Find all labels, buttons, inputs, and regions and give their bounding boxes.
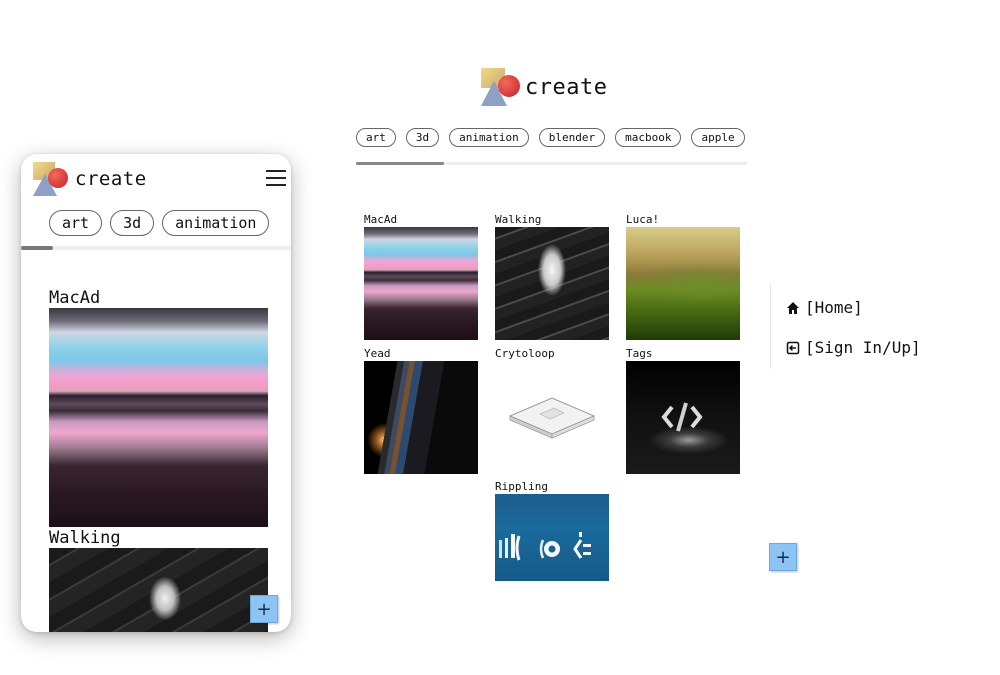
gallery-card[interactable]: Yead xyxy=(364,347,478,474)
post-title[interactable]: Walking xyxy=(49,528,121,548)
tag-chip[interactable]: blender xyxy=(538,128,606,147)
card-title: Tags xyxy=(626,347,653,360)
desktop-tag-list: art 3d animation blender macbook apple xyxy=(356,128,747,150)
sign-in-icon xyxy=(785,340,801,356)
gallery-card[interactable]: MacAd xyxy=(364,213,478,340)
desktop-logo[interactable]: create xyxy=(481,68,607,106)
card-image[interactable] xyxy=(495,227,609,340)
mobile-add-button[interactable]: + xyxy=(250,595,278,623)
card-image[interactable] xyxy=(495,494,609,581)
home-icon xyxy=(785,300,801,316)
card-image[interactable] xyxy=(495,361,609,474)
gallery-card[interactable]: Crytoloop xyxy=(495,347,609,474)
card-image[interactable] xyxy=(364,361,478,474)
tag-chip[interactable]: art xyxy=(49,210,103,236)
card-title: Crytoloop xyxy=(495,347,555,360)
tag-chip[interactable]: 3d xyxy=(110,210,155,236)
gallery-card[interactable]: Tags xyxy=(626,347,740,474)
menu-item-home[interactable]: [Home] xyxy=(785,298,863,317)
add-button[interactable]: + xyxy=(769,543,797,571)
gallery-card[interactable]: Walking xyxy=(495,213,609,340)
logo-text: create xyxy=(75,168,147,190)
tag-chip[interactable]: animation xyxy=(449,128,529,147)
menu-item-label: [Sign In/Up] xyxy=(805,338,921,357)
post-image-macad[interactable] xyxy=(49,308,268,527)
card-image[interactable] xyxy=(626,227,740,340)
mobile-preview: create art 3d animation MacAd Walking + xyxy=(21,154,291,632)
tag-chip[interactable]: 3d xyxy=(405,128,440,147)
post-title[interactable]: MacAd xyxy=(49,288,100,308)
menu-item-label: [Home] xyxy=(805,298,863,317)
mobile-logo[interactable]: create xyxy=(33,162,147,196)
logo-text: create xyxy=(525,74,608,100)
tag-chip[interactable]: macbook xyxy=(615,128,682,147)
side-menu: [Home] [Sign In/Up] xyxy=(770,283,970,369)
card-title: Walking xyxy=(495,213,542,226)
tag-chip[interactable]: apple xyxy=(691,128,745,147)
logo-mark-icon xyxy=(481,68,521,106)
card-image[interactable] xyxy=(364,227,478,340)
tag-chip[interactable]: art xyxy=(356,128,396,147)
gallery-card[interactable]: Rippling xyxy=(495,480,609,581)
hamburger-icon[interactable] xyxy=(266,170,286,186)
mobile-tag-scrollbar[interactable] xyxy=(21,246,291,250)
crytoloop-plate-icon xyxy=(508,396,596,439)
logo-mark-icon xyxy=(33,162,69,196)
rippling-art-icon xyxy=(499,532,591,561)
card-title: Yead xyxy=(364,347,391,360)
post-image-walking[interactable] xyxy=(49,548,268,632)
card-title: Rippling xyxy=(495,480,548,493)
menu-item-sign-in[interactable]: [Sign In/Up] xyxy=(785,338,921,357)
gallery-card[interactable]: Luca! xyxy=(626,213,740,340)
card-title: Luca! xyxy=(626,213,660,226)
tag-chip[interactable]: animation xyxy=(162,210,270,236)
tags-logo-icon xyxy=(661,402,703,432)
card-title: MacAd xyxy=(364,213,398,226)
mobile-tag-list: art 3d animation xyxy=(49,210,270,236)
card-image[interactable] xyxy=(626,361,740,474)
desktop-tag-scrollbar[interactable] xyxy=(356,162,747,165)
